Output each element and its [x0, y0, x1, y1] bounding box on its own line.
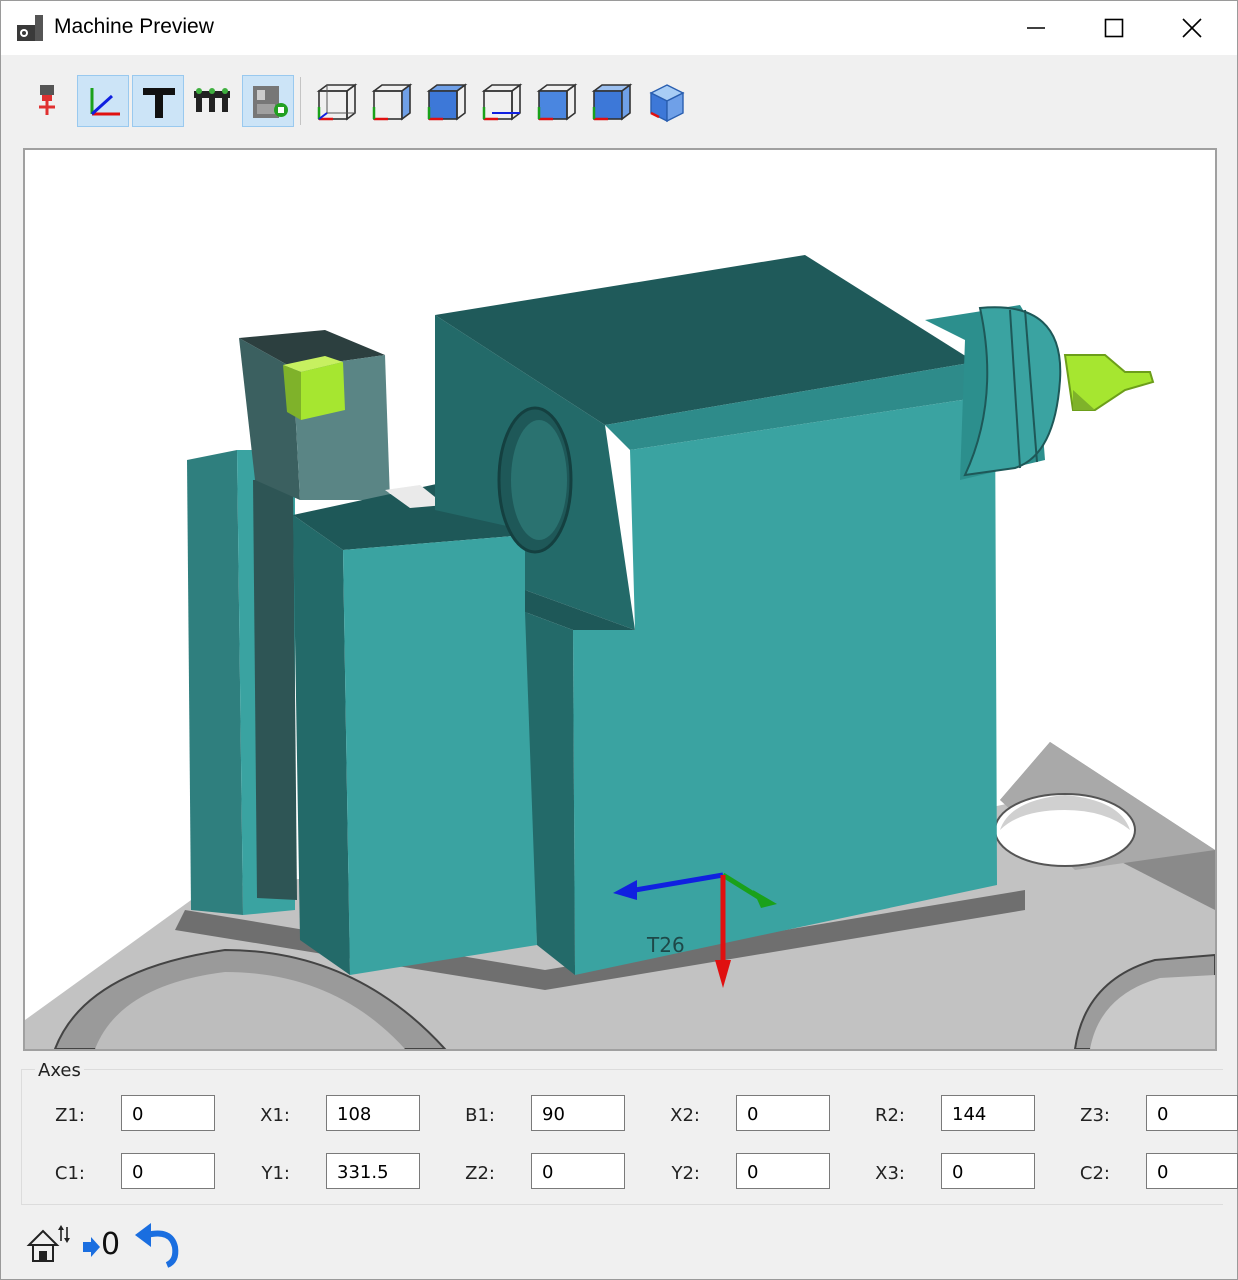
axis-label-r2: R2:: [874, 1105, 905, 1126]
axis-input-r2[interactable]: [941, 1095, 1035, 1131]
view-bottom-icon: [591, 83, 633, 121]
toggle-labels-button[interactable]: [132, 75, 184, 127]
undo-icon: [135, 1223, 179, 1268]
tool-holders-icon: [194, 88, 230, 112]
zero-axes-button[interactable]: 0: [81, 1221, 125, 1269]
view-front-icon: [316, 83, 358, 121]
undo-button[interactable]: [133, 1221, 181, 1269]
axis-label-z1: Z1:: [55, 1105, 85, 1126]
view-top-icon: [536, 83, 578, 121]
axis-input-y2[interactable]: [736, 1153, 830, 1189]
text-t-icon: [143, 88, 175, 118]
view-left-icon: [426, 83, 468, 121]
machine-panel-button[interactable]: [242, 75, 294, 127]
machine-panel-icon: [253, 86, 288, 118]
title-bar: Machine Preview: [1, 1, 1237, 55]
axis-input-y1[interactable]: [326, 1153, 420, 1189]
home-updown-icon: [26, 1225, 70, 1262]
view-iso-icon: [649, 84, 685, 123]
axis-label-y1: Y1:: [261, 1163, 290, 1184]
arrow-right-icon: [83, 1237, 100, 1257]
axis-label-x3: X3:: [875, 1163, 905, 1184]
minimize-icon: [1027, 27, 1045, 29]
view-right-button[interactable]: [474, 75, 526, 127]
axis-input-b1[interactable]: [531, 1095, 625, 1131]
view-left-button[interactable]: [419, 75, 471, 127]
view-bottom-button[interactable]: [584, 75, 636, 127]
view-front-button[interactable]: [309, 75, 361, 127]
tool-pin-icon: [39, 85, 55, 115]
axis-input-c1[interactable]: [121, 1153, 215, 1189]
machine-scene: T26: [25, 255, 1215, 1049]
close-icon: [1182, 18, 1202, 38]
axis-input-x1[interactable]: [326, 1095, 420, 1131]
axis-input-z3[interactable]: [1146, 1095, 1238, 1131]
toolbar: [1, 55, 1237, 147]
axis-label-x2: X2:: [670, 1105, 700, 1126]
tool-holders-button[interactable]: [186, 75, 238, 127]
axes-group-legend: Axes: [35, 1060, 84, 1081]
zero-label: 0: [101, 1227, 121, 1262]
axis-label-c2: C2:: [1079, 1163, 1110, 1184]
axis-label-c1: C1:: [54, 1163, 85, 1184]
machine-app-icon: [17, 15, 43, 41]
axis-input-z1[interactable]: [121, 1095, 215, 1131]
axis-label-b1: B1:: [465, 1105, 495, 1126]
tool-label: T26: [646, 933, 685, 957]
view-back-button[interactable]: [364, 75, 416, 127]
axes-icon: [90, 88, 120, 116]
maximize-icon: [1104, 18, 1124, 38]
axis-input-z2[interactable]: [531, 1153, 625, 1189]
machine-preview-window: Machine Preview T26 Axes Z1: 0 X1: 108 B…: [0, 0, 1238, 1280]
toolbar-separator: [300, 77, 301, 125]
home-axes-button[interactable]: [25, 1221, 73, 1269]
view-top-button[interactable]: [529, 75, 581, 127]
toggle-axes-button[interactable]: [77, 75, 129, 127]
axis-input-c2[interactable]: [1146, 1153, 1238, 1189]
close-button[interactable]: [1153, 1, 1231, 55]
axis-label-z2: Z2:: [465, 1163, 495, 1184]
tool-pin-button[interactable]: [21, 75, 73, 127]
view-right-icon: [481, 83, 523, 121]
machine-3d-viewport[interactable]: T26: [23, 148, 1217, 1051]
minimize-button[interactable]: [997, 1, 1075, 55]
axis-label-x1: X1:: [260, 1105, 290, 1126]
axis-input-x2[interactable]: [736, 1095, 830, 1131]
window-title: Machine Preview: [54, 15, 214, 38]
view-back-icon: [371, 83, 413, 121]
axis-label-z3: Z3:: [1080, 1105, 1110, 1126]
view-iso-button[interactable]: [639, 75, 691, 127]
axis-label-y2: Y2:: [671, 1163, 700, 1184]
axis-input-x3[interactable]: [941, 1153, 1035, 1189]
maximize-button[interactable]: [1075, 1, 1153, 55]
